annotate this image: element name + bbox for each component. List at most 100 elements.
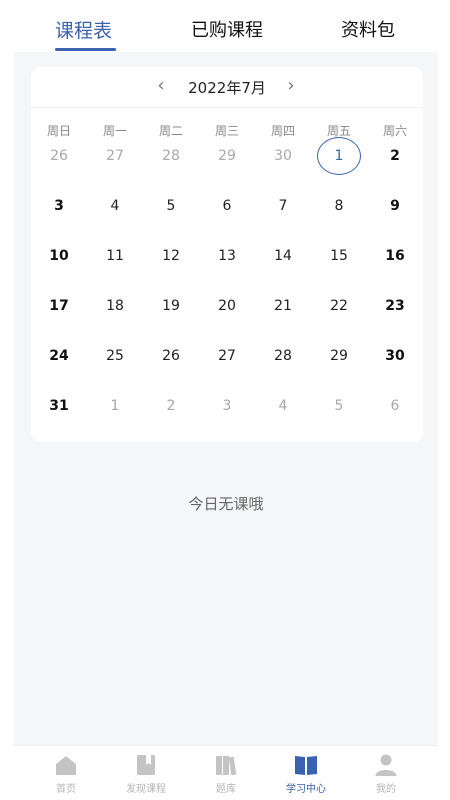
day-number: 23: [385, 298, 405, 314]
calendar-day[interactable]: 18: [87, 291, 143, 341]
tab-schedule[interactable]: 课程表: [55, 16, 112, 43]
day-number: 18: [106, 298, 124, 314]
day-number: 4: [110, 198, 120, 214]
calendar-day[interactable]: 4: [255, 391, 311, 441]
calendar-day[interactable]: 16: [367, 241, 423, 291]
day-number: 20: [218, 298, 236, 314]
calendar-day[interactable]: 11: [87, 241, 143, 291]
calendar-day[interactable]: 1: [87, 391, 143, 441]
calendar-day[interactable]: 5: [143, 191, 199, 241]
nav-discover-courses[interactable]: 发现课程: [111, 753, 181, 795]
nav-home[interactable]: 首页: [31, 753, 101, 795]
calendar-day[interactable]: 25: [87, 341, 143, 391]
nav-label: 首页: [56, 784, 76, 795]
calendar-day-today[interactable]: 1: [311, 137, 367, 191]
calendar-day[interactable]: 2: [143, 391, 199, 441]
prev-month-icon[interactable]: ‹: [151, 75, 171, 96]
calendar-day[interactable]: 9: [367, 191, 423, 241]
day-number: 11: [106, 248, 124, 264]
tab-purchased-courses[interactable]: 已购课程: [191, 16, 263, 42]
day-number: 1: [110, 398, 120, 414]
day-number: 6: [390, 398, 400, 414]
calendar-day[interactable]: 13: [199, 241, 255, 291]
day-number: 14: [274, 248, 292, 264]
bottom-nav: 首页 发现课程 题库 学习中心 我的: [14, 745, 438, 800]
calendar-day[interactable]: 15: [311, 241, 367, 291]
calendar-day[interactable]: 2: [367, 141, 423, 191]
calendar-day[interactable]: 10: [31, 241, 87, 291]
month-label: 2022年7月: [188, 79, 266, 97]
day-number: 19: [162, 298, 180, 314]
calendar-day[interactable]: 4: [87, 191, 143, 241]
calendar-grid: 26 27 28 29 30 1 2 3 4 5 6 7 8 9 10 11 12 13 14 15 16 17 18 19 2…: [31, 137, 423, 431]
top-tabs: 课程表 已购课程 资料包: [0, 0, 450, 52]
weekday-row: 周日 周一 周二 周三 周四 周五 周六: [31, 122, 423, 142]
day-number: 13: [218, 248, 236, 264]
nav-profile[interactable]: 我的: [351, 753, 421, 795]
weekday-label: 周六: [382, 124, 407, 138]
tab-materials[interactable]: 资料包: [341, 16, 395, 42]
nav-label: 题库: [216, 784, 236, 795]
calendar-day[interactable]: 19: [143, 291, 199, 341]
calendar-day[interactable]: 3: [199, 391, 255, 441]
day-number: 4: [278, 398, 288, 414]
calendar-day[interactable]: 17: [31, 291, 87, 341]
day-number: 22: [330, 298, 348, 314]
calendar-day[interactable]: 12: [143, 241, 199, 291]
calendar-day[interactable]: 26: [31, 141, 87, 191]
calendar-day[interactable]: 26: [143, 341, 199, 391]
calendar-day[interactable]: 8: [311, 191, 367, 241]
day-number: 1: [317, 137, 361, 175]
calendar-day[interactable]: 3: [31, 191, 87, 241]
calendar-day[interactable]: 30: [255, 141, 311, 191]
day-number: 24: [49, 348, 69, 364]
empty-message: 今日无课哦: [188, 495, 264, 513]
day-number: 28: [162, 148, 180, 164]
nav-label: 学习中心: [286, 784, 326, 795]
calendar-day[interactable]: 30: [367, 341, 423, 391]
calendar-day[interactable]: 5: [311, 391, 367, 441]
calendar-day[interactable]: 20: [199, 291, 255, 341]
weekday-label: 周一: [102, 124, 127, 138]
calendar-day[interactable]: 24: [31, 341, 87, 391]
calendar-day[interactable]: 31: [31, 391, 87, 441]
day-number: 27: [218, 348, 236, 364]
weekday-label: 周日: [46, 124, 71, 138]
page: 课程表 已购课程 资料包 ‹ 2022年7月 › 周日 周一 周二 周三 周四 周五 周六 …: [0, 0, 450, 800]
day-number: 7: [278, 198, 288, 214]
calendar-day[interactable]: 23: [367, 291, 423, 341]
day-number: 12: [162, 248, 180, 264]
next-month-icon[interactable]: ›: [281, 75, 301, 96]
calendar-day[interactable]: 28: [255, 341, 311, 391]
calendar-day[interactable]: 29: [199, 141, 255, 191]
calendar-day[interactable]: 14: [255, 241, 311, 291]
day-number: 15: [330, 248, 348, 264]
calendar-day[interactable]: 6: [367, 391, 423, 441]
day-number: 21: [274, 298, 292, 314]
day-number: 31: [49, 398, 69, 414]
content-area: ‹ 2022年7月 › 周日 周一 周二 周三 周四 周五 周六 26 27 28 29 30 1 2 3…: [14, 52, 438, 745]
day-number: 17: [49, 298, 69, 314]
weekday-label: 周二: [158, 124, 183, 138]
day-number: 6: [222, 198, 232, 214]
weekday-label: 周四: [270, 124, 295, 138]
calendar-day[interactable]: 29: [311, 341, 367, 391]
calendar-day[interactable]: 7: [255, 191, 311, 241]
active-tab-indicator: [55, 48, 116, 51]
day-number: 8: [334, 198, 344, 214]
calendar-day[interactable]: 6: [199, 191, 255, 241]
day-number: 25: [106, 348, 124, 364]
nav-question-bank[interactable]: 题库: [191, 753, 261, 795]
day-number: 29: [218, 148, 236, 164]
calendar-day[interactable]: 27: [199, 341, 255, 391]
day-number: 3: [222, 398, 232, 414]
day-number: 2: [390, 148, 400, 164]
calendar-day[interactable]: 22: [311, 291, 367, 341]
calendar-day[interactable]: 27: [87, 141, 143, 191]
day-number: 2: [166, 398, 176, 414]
calendar-day[interactable]: 28: [143, 141, 199, 191]
day-number: 16: [385, 248, 405, 264]
nav-label: 发现课程: [126, 784, 166, 795]
nav-learning-center[interactable]: 学习中心: [271, 753, 341, 795]
calendar-day[interactable]: 21: [255, 291, 311, 341]
